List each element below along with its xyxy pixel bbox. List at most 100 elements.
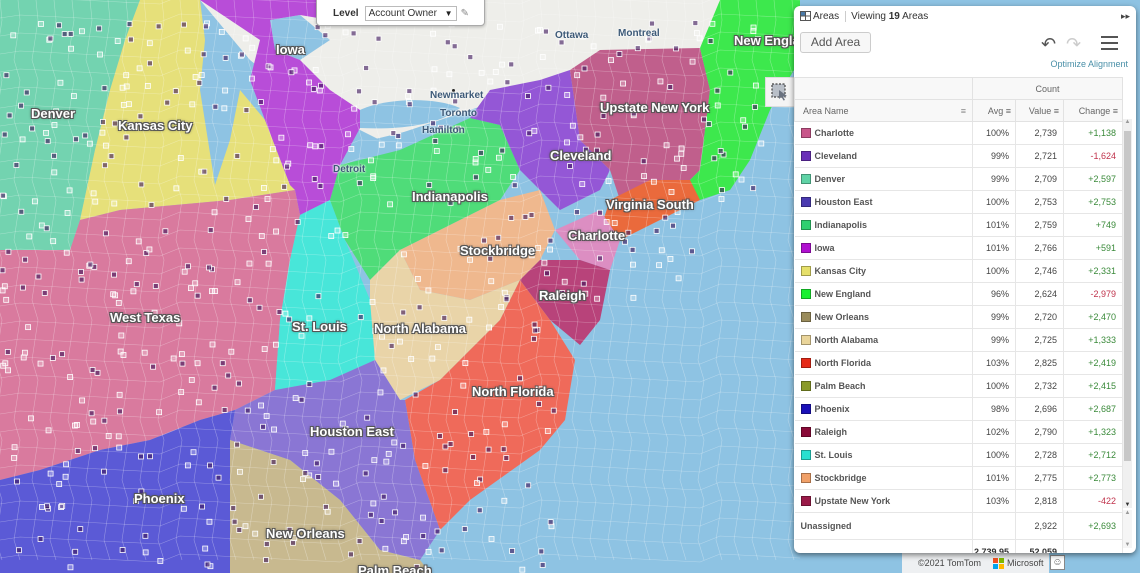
account-marker[interactable] xyxy=(474,480,480,486)
account-marker[interactable] xyxy=(579,181,586,188)
account-marker[interactable] xyxy=(363,65,370,71)
area-label-virginia-south[interactable]: Virginia South xyxy=(606,197,694,212)
column-menu-icon[interactable]: ≡ xyxy=(1006,106,1011,116)
account-marker[interactable] xyxy=(425,287,432,294)
account-marker[interactable] xyxy=(49,355,56,361)
account-marker[interactable] xyxy=(146,60,153,67)
account-marker[interactable] xyxy=(434,344,441,351)
account-marker[interactable] xyxy=(656,262,662,269)
account-marker[interactable] xyxy=(709,20,716,27)
area-label-raleigh[interactable]: Raleigh xyxy=(539,288,586,303)
account-marker[interactable] xyxy=(209,341,216,348)
scroll-down-icon[interactable]: ▼ xyxy=(1123,542,1132,548)
account-marker[interactable] xyxy=(328,448,335,455)
account-marker[interactable] xyxy=(594,131,601,138)
account-marker[interactable] xyxy=(630,261,636,268)
account-marker[interactable] xyxy=(504,79,511,86)
area-row[interactable]: Indianapolis 101% 2,759 +749 xyxy=(794,213,1123,237)
account-marker[interactable] xyxy=(47,35,54,42)
account-marker[interactable] xyxy=(498,304,505,310)
account-marker[interactable] xyxy=(380,367,387,374)
account-marker[interactable] xyxy=(173,185,180,192)
account-marker[interactable] xyxy=(388,343,395,349)
account-marker[interactable] xyxy=(190,449,197,456)
account-marker[interactable] xyxy=(116,444,123,451)
area-row[interactable]: Kansas City 100% 2,746 +2,331 xyxy=(794,259,1123,283)
account-marker[interactable] xyxy=(531,127,538,134)
account-marker[interactable] xyxy=(436,433,443,439)
account-marker[interactable] xyxy=(594,295,601,302)
account-marker[interactable] xyxy=(78,276,85,283)
account-marker[interactable] xyxy=(282,310,289,317)
account-marker[interactable] xyxy=(263,413,270,419)
account-marker[interactable] xyxy=(668,189,675,195)
account-marker[interactable] xyxy=(347,551,354,558)
account-marker[interactable] xyxy=(184,47,191,54)
column-header-value[interactable]: Value ≡ xyxy=(1015,99,1064,122)
account-marker[interactable] xyxy=(307,142,314,149)
account-marker[interactable] xyxy=(61,31,68,37)
area-label-palm-beach[interactable]: Palm Beach xyxy=(358,563,432,573)
area-row[interactable]: Stockbridge 101% 2,775 +2,773 xyxy=(794,466,1123,490)
area-label-west-texas[interactable]: West Texas xyxy=(110,310,180,325)
account-marker[interactable] xyxy=(22,349,28,356)
account-marker[interactable] xyxy=(207,227,214,234)
account-marker[interactable] xyxy=(382,545,389,552)
account-marker[interactable] xyxy=(271,426,277,433)
account-marker[interactable] xyxy=(90,190,97,197)
account-marker[interactable] xyxy=(92,445,98,452)
account-marker[interactable] xyxy=(63,461,70,468)
account-marker[interactable] xyxy=(429,355,436,362)
account-marker[interactable] xyxy=(23,89,30,96)
account-marker[interactable] xyxy=(501,421,508,428)
area-color-swatch[interactable] xyxy=(800,381,811,391)
account-marker[interactable] xyxy=(44,138,51,145)
area-row[interactable]: New England 96% 2,624 -2,979 xyxy=(794,282,1123,306)
area-color-swatch[interactable] xyxy=(800,427,811,437)
account-marker[interactable] xyxy=(37,360,44,367)
account-marker[interactable] xyxy=(102,162,108,169)
account-marker[interactable] xyxy=(242,523,249,530)
account-marker[interactable] xyxy=(114,38,121,44)
area-row[interactable]: Upstate New York 103% 2,818 -422 xyxy=(794,489,1123,513)
feedback-smiley-button[interactable]: ☺ xyxy=(1050,555,1065,570)
account-marker[interactable] xyxy=(414,276,421,282)
account-marker[interactable] xyxy=(126,21,133,28)
account-marker[interactable] xyxy=(752,82,759,89)
account-marker[interactable] xyxy=(294,219,301,225)
account-marker[interactable] xyxy=(237,468,243,475)
account-marker[interactable] xyxy=(57,79,64,86)
account-marker[interactable] xyxy=(74,422,80,428)
account-marker[interactable] xyxy=(245,216,252,223)
account-marker[interactable] xyxy=(253,204,259,210)
account-marker[interactable] xyxy=(206,518,213,525)
account-marker[interactable] xyxy=(738,176,745,183)
account-marker[interactable] xyxy=(258,402,264,409)
account-marker[interactable] xyxy=(170,355,177,362)
account-marker[interactable] xyxy=(123,72,130,79)
account-marker[interactable] xyxy=(310,85,317,92)
account-marker[interactable] xyxy=(547,519,554,526)
account-marker[interactable] xyxy=(28,415,34,422)
account-marker[interactable] xyxy=(693,30,700,36)
account-marker[interactable] xyxy=(26,233,33,240)
account-marker[interactable] xyxy=(66,187,73,194)
account-marker[interactable] xyxy=(462,360,469,366)
account-marker[interactable] xyxy=(88,410,95,417)
account-marker[interactable] xyxy=(547,237,554,244)
account-marker[interactable] xyxy=(138,453,144,460)
account-marker[interactable] xyxy=(236,527,243,533)
account-marker[interactable] xyxy=(188,377,195,383)
account-marker[interactable] xyxy=(524,93,531,99)
account-marker[interactable] xyxy=(675,275,682,282)
account-marker[interactable] xyxy=(11,454,17,461)
account-marker[interactable] xyxy=(116,408,123,415)
area-label-kansas-city[interactable]: Kansas City xyxy=(118,118,192,133)
account-marker[interactable] xyxy=(146,40,153,47)
account-marker[interactable] xyxy=(317,183,324,189)
account-marker[interactable] xyxy=(3,296,10,303)
account-marker[interactable] xyxy=(198,72,205,78)
account-marker[interactable] xyxy=(396,338,403,345)
account-marker[interactable] xyxy=(442,467,449,474)
account-marker[interactable] xyxy=(133,281,140,288)
